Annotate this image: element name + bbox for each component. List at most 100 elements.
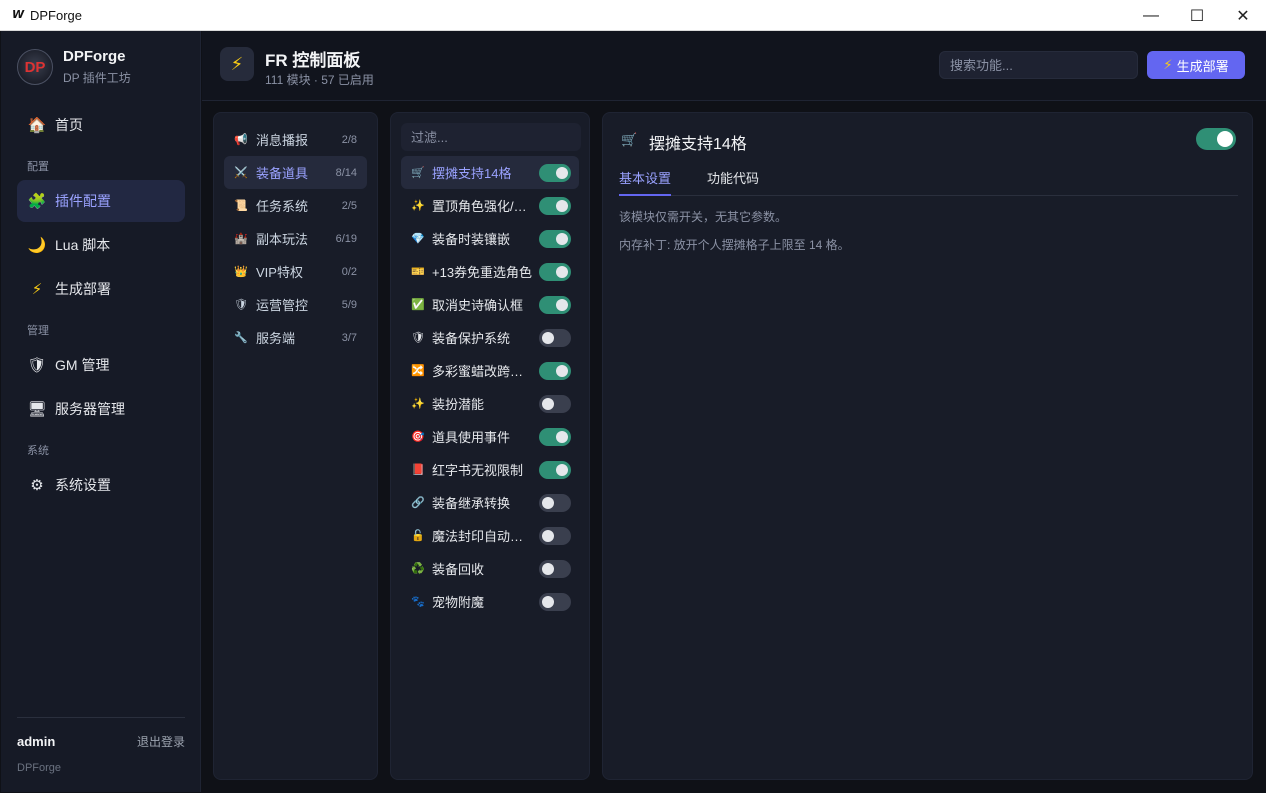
nav-item-lua[interactable]: 🌙 Lua 脚本 [17,224,185,266]
page-subtitle: 111 模块 · 57 已启用 [265,73,374,87]
module-toggle[interactable] [539,295,571,314]
nav-label: Lua 脚本 [55,237,111,253]
nav-item-settings[interactable]: ⚙ 系统设置 [17,464,185,506]
monitor-icon: 🖥 [27,401,47,418]
category-item[interactable]: 🏰 副本玩法 6/19 [224,222,367,255]
category-count: 2/5 [341,199,357,212]
nav-item-gm[interactable]: 🛡 GM 管理 [17,344,185,386]
minimize-icon[interactable]: — [1128,0,1174,31]
category-icon: ⚔️ [234,167,248,179]
category-label: 装备道具 [256,166,309,181]
logout-link[interactable]: 退出登录 [137,733,185,750]
sidebar-footer: admin 退出登录 DPForge [17,717,185,774]
nav-item-server[interactable]: 🖥 服务器管理 [17,388,185,430]
cart-icon: 🛒 [621,132,638,147]
module-item[interactable]: ✨ 置顶角色强化/增幅 [401,189,579,222]
module-item[interactable]: 🔓 魔法封印自动解封 [401,519,579,552]
module-label: 装备时装镶嵌 [432,232,511,247]
lightning-icon: ⚡ [220,47,254,81]
module-toggle[interactable] [539,163,571,182]
category-item[interactable]: 🛡 运营管控 5/9 [224,288,367,321]
module-toggle[interactable] [539,262,571,281]
module-icon: 🐾 [411,596,425,608]
page-title: FR 控制面板 [265,51,361,70]
module-icon: 💎 [411,233,425,245]
filter-input[interactable] [401,123,581,151]
module-item[interactable]: 🐾 宠物附魔 [401,585,579,618]
module-icon: ✨ [411,398,425,410]
lightning-icon: ⚡ [1163,57,1173,72]
category-icon: 📜 [234,200,248,212]
module-item[interactable]: 📕 红字书无视限制 [401,453,579,486]
tab-function-code[interactable]: 功能代码 [707,170,759,196]
module-toggle[interactable] [539,559,571,578]
detail-enable-toggle[interactable] [1196,128,1236,150]
module-item[interactable]: ✅ 取消史诗确认框 [401,288,579,321]
category-label: 服务端 [256,331,296,346]
module-label: 置顶角色强化/增幅 [432,199,533,214]
module-icon: 🔓 [411,530,425,542]
category-item[interactable]: 🔧 服务端 3/7 [224,321,367,354]
search-input[interactable] [939,51,1138,79]
module-icon: ♻️ [411,563,425,575]
module-item[interactable]: 🔗 装备继承转换 [401,486,579,519]
module-toggle[interactable] [539,229,571,248]
generate-deploy-button[interactable]: ⚡ 生成部署 [1147,51,1245,79]
category-item[interactable]: 👑 VIP特权 0/2 [224,255,367,288]
module-label: 装备保护系统 [432,331,511,346]
module-label: 魔法封印自动解封 [432,529,533,544]
module-icon: ✅ [411,299,425,311]
module-item[interactable]: 🎯 道具使用事件 [401,420,579,453]
module-toggle[interactable] [539,493,571,512]
module-toggle[interactable] [539,361,571,380]
module-toggle[interactable] [539,592,571,611]
category-count: 5/9 [341,298,357,311]
module-item[interactable]: 🛡 装备保护系统 [401,321,579,354]
detail-description: 该模块仅需开关，无其它参数。 [619,210,788,224]
shield-icon: 🛡 [27,357,47,374]
username: admin [17,734,56,749]
category-count: 2/8 [341,133,357,146]
module-item[interactable]: 🔀 多彩蜜蜡改跨界石 [401,354,579,387]
module-item[interactable]: 🎫 +13券免重选角色 [401,255,579,288]
module-label: 装扮潜能 [432,397,485,412]
nav-item-deploy[interactable]: ⚡ 生成部署 [17,268,185,310]
module-label: 多彩蜜蜡改跨界石 [432,364,533,379]
nav-label: 服务器管理 [55,401,125,417]
category-icon: 🛡 [234,299,248,311]
module-toggle[interactable] [539,526,571,545]
category-item[interactable]: 📜 任务系统 2/5 [224,189,367,222]
category-item[interactable]: ⚔️ 装备道具 8/14 [224,156,367,189]
maximize-icon[interactable]: ☐ [1174,0,1220,31]
category-count: 3/7 [341,331,357,344]
module-item[interactable]: 💎 装备时装镶嵌 [401,222,579,255]
module-label: 取消史诗确认框 [432,298,524,313]
module-toggle[interactable] [539,328,571,347]
module-item[interactable]: 🛒 摆摊支持14格 [401,156,579,189]
tab-basic-settings[interactable]: 基本设置 [619,170,672,196]
nav-section-manage: 管理 [27,325,49,337]
sidebar: DP DPForge DP 插件工坊 🏠 首页 配置 🧩 插件配置 🌙 Lua 脚本 … [1,31,201,792]
brand-subtitle: DP 插件工坊 [63,71,131,85]
moon-icon: 🌙 [27,237,47,254]
module-label: 红字书无视限制 [432,463,524,478]
module-toggle[interactable] [539,460,571,479]
category-item[interactable]: 📢 消息播报 2/8 [224,123,367,156]
module-toggle[interactable] [539,427,571,446]
window-titlebar: W DPForge — ☐ ✕ [0,0,1266,31]
home-icon: 🏠 [27,117,47,134]
nav-label: 系统设置 [55,477,111,493]
module-item[interactable]: ♻️ 装备回收 [401,552,579,585]
detail-note: 内存补丁: 放开个人摆摊格子上限至 14 格。 [619,238,850,252]
module-toggle[interactable] [539,196,571,215]
category-label: 运营管控 [256,298,309,313]
category-panel: 📢 消息播报 2/8 ⚔️ 装备道具 8/14 📜 任务系统 2/5 🏰 副本玩法 6/19 👑 VIP特… [213,112,378,780]
module-toggle[interactable] [539,394,571,413]
nav-item-plugin-config[interactable]: 🧩 插件配置 [17,180,185,222]
page-header: ⚡ FR 控制面板 111 模块 · 57 已启用 ⚡生成部署 [202,31,1266,101]
category-label: 任务系统 [256,199,309,214]
category-icon: 🔧 [234,332,248,344]
nav-item-home[interactable]: 🏠 首页 [17,104,185,146]
close-icon[interactable]: ✕ [1220,0,1266,31]
module-item[interactable]: ✨ 装扮潜能 [401,387,579,420]
